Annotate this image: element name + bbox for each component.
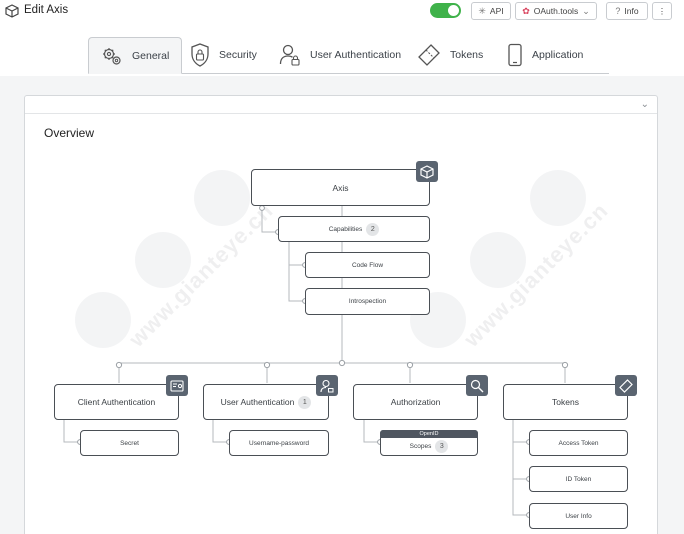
ticket-icon bbox=[615, 375, 637, 396]
node-introspection[interactable]: Introspection bbox=[305, 288, 430, 315]
node-client-authentication[interactable]: Client Authentication bbox=[54, 384, 179, 420]
node-scopes-label: Scopes bbox=[409, 442, 432, 450]
node-user-authentication[interactable]: User Authentication 1 bbox=[203, 384, 329, 420]
node-capabilities-label: Capabilities bbox=[328, 225, 363, 233]
node-introspection-label: Introspection bbox=[348, 298, 387, 305]
node-capabilities[interactable]: Capabilities 2 bbox=[278, 216, 430, 242]
node-axis-label: Axis bbox=[332, 182, 349, 193]
user-authentication-count-badge: 1 bbox=[298, 395, 312, 409]
user-lock-icon bbox=[316, 375, 338, 396]
node-id-token[interactable]: ID Token bbox=[529, 466, 628, 492]
node-tokens[interactable]: Tokens bbox=[503, 384, 628, 420]
certificate-icon bbox=[166, 375, 188, 396]
scopes-count-badge: 3 bbox=[435, 439, 449, 453]
node-code-flow-label: Code Flow bbox=[351, 261, 384, 269]
node-username-password-label: Username-password bbox=[249, 439, 309, 447]
node-scopes[interactable]: OpenID Scopes 3 bbox=[380, 430, 478, 456]
capabilities-count-badge: 2 bbox=[366, 222, 380, 236]
cube-icon bbox=[416, 161, 438, 182]
node-secret[interactable]: Secret bbox=[80, 430, 179, 456]
node-authorization-label: Authorization bbox=[390, 397, 441, 407]
node-access-token-label: Access Token bbox=[558, 439, 599, 447]
node-username-password[interactable]: Username-password bbox=[229, 430, 329, 456]
key-search-icon bbox=[466, 375, 488, 396]
node-tokens-label: Tokens bbox=[552, 397, 579, 407]
node-authorization[interactable]: Authorization bbox=[353, 384, 478, 420]
node-axis[interactable]: Axis bbox=[251, 169, 430, 206]
node-id-token-label: ID Token bbox=[565, 475, 592, 483]
node-secret-label: Secret bbox=[120, 439, 139, 447]
node-client-authentication-label: Client Authentication bbox=[77, 397, 156, 407]
node-code-flow[interactable]: Code Flow bbox=[305, 252, 430, 278]
openid-tag: OpenID bbox=[380, 430, 478, 438]
node-user-info-label: User Info bbox=[565, 512, 592, 520]
node-access-token[interactable]: Access Token bbox=[529, 430, 628, 456]
node-user-authentication-label: User Authentication bbox=[220, 397, 295, 407]
node-user-info[interactable]: User Info bbox=[529, 503, 628, 529]
